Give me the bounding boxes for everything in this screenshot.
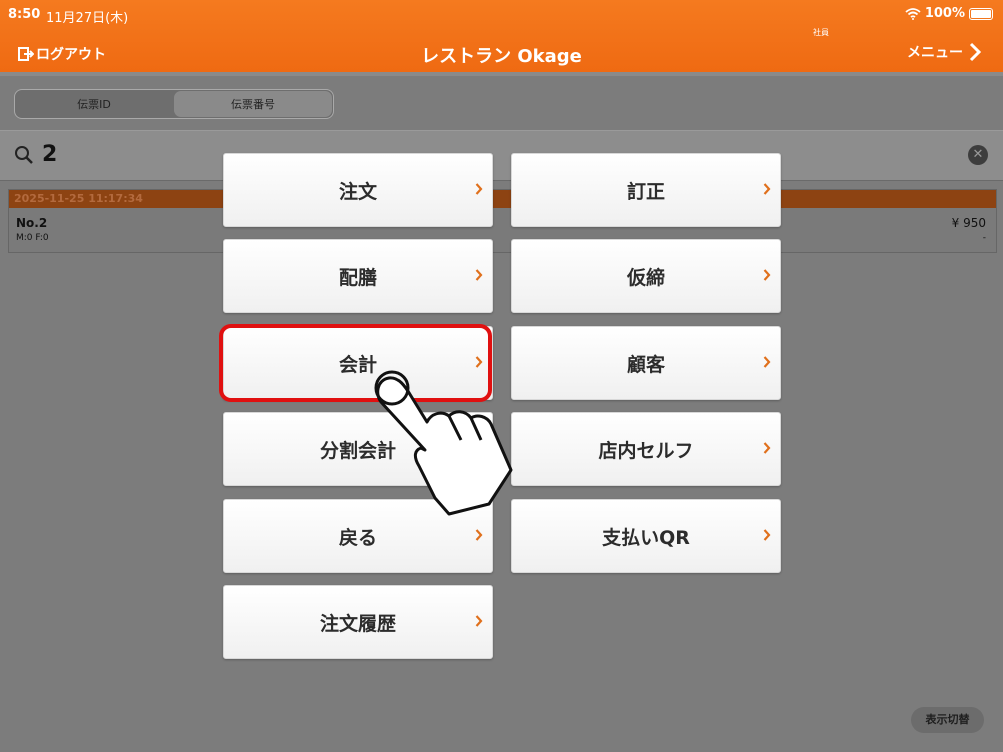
slip-note: - (982, 233, 986, 243)
menu-label: メニュー (907, 45, 963, 61)
order-button[interactable]: 注文 (223, 153, 493, 227)
segment-slip-number[interactable]: 伝票番号 (174, 91, 332, 117)
order-history-label: 注文履歴 (319, 612, 396, 635)
slip-mf: M:0 F:0 (16, 233, 49, 243)
order-label: 注文 (338, 180, 377, 203)
battery-percent: 100% (924, 6, 965, 21)
display-toggle-button[interactable]: 表示切替 (911, 707, 984, 733)
qr-payment-label: 支払いQR (602, 526, 690, 549)
chevron-right-icon (763, 529, 771, 541)
qr-payment-button[interactable]: 支払いQR (511, 499, 781, 573)
app-header: 8:50 11月27日(木) 100% ログアウト レストラン Okage 社員… (0, 0, 1003, 72)
status-time: 8:50 (8, 7, 41, 22)
chevron-right-icon (475, 269, 483, 281)
customer-button[interactable]: 顧客 (511, 326, 781, 400)
provisional-close-button[interactable]: 仮締 (511, 239, 781, 313)
correction-label: 訂正 (626, 180, 665, 203)
search-type-segmented: 伝票ID 伝票番号 (14, 89, 334, 119)
slip-number: No.2 (16, 216, 48, 230)
customer-label: 顧客 (626, 353, 665, 376)
battery-icon (969, 7, 993, 20)
chevron-right-icon (475, 183, 483, 195)
status-right: 100% (905, 6, 993, 21)
correction-button[interactable]: 訂正 (511, 153, 781, 227)
slip-timestamp: 2025-11-25 11:17:34 (9, 190, 996, 208)
provisional-label: 仮締 (626, 266, 665, 289)
self-order-button[interactable]: 店内セルフ (511, 412, 781, 486)
chevron-right-icon (763, 442, 771, 454)
chevron-right-icon (763, 183, 771, 195)
chevron-right-icon (763, 356, 771, 368)
search-icon (15, 146, 33, 164)
slip-price: ¥ 950 (951, 216, 986, 230)
segment-slip-id[interactable]: 伝票ID (15, 90, 173, 118)
self-order-label: 店内セルフ (598, 439, 694, 462)
status-date: 11月27日(木) (46, 11, 129, 26)
pointing-hand-icon (374, 370, 513, 516)
slip-card[interactable]: 2025-11-25 11:17:34 No.2 M:0 F:0 ¥ 950 - (8, 189, 997, 253)
order-history-button[interactable]: 注文履歴 (223, 585, 493, 659)
back-label: 戻る (338, 526, 377, 549)
menu-button[interactable]: メニュー (907, 42, 981, 62)
clear-search-icon[interactable]: ✕ (968, 145, 988, 165)
header-divider (0, 72, 1003, 76)
serving-button[interactable]: 配膳 (223, 239, 493, 313)
user-role: 社員 (813, 28, 829, 37)
chevron-right-icon (969, 42, 981, 62)
chevron-right-icon (763, 269, 771, 281)
serving-label: 配膳 (338, 266, 377, 289)
chevron-right-icon (475, 615, 483, 627)
search-input[interactable]: 2 (42, 142, 57, 167)
chevron-right-icon (475, 529, 483, 541)
search-bar: 2 ✕ (0, 130, 1003, 181)
wifi-icon (905, 7, 921, 20)
page-title: レストラン Okage (421, 46, 582, 67)
